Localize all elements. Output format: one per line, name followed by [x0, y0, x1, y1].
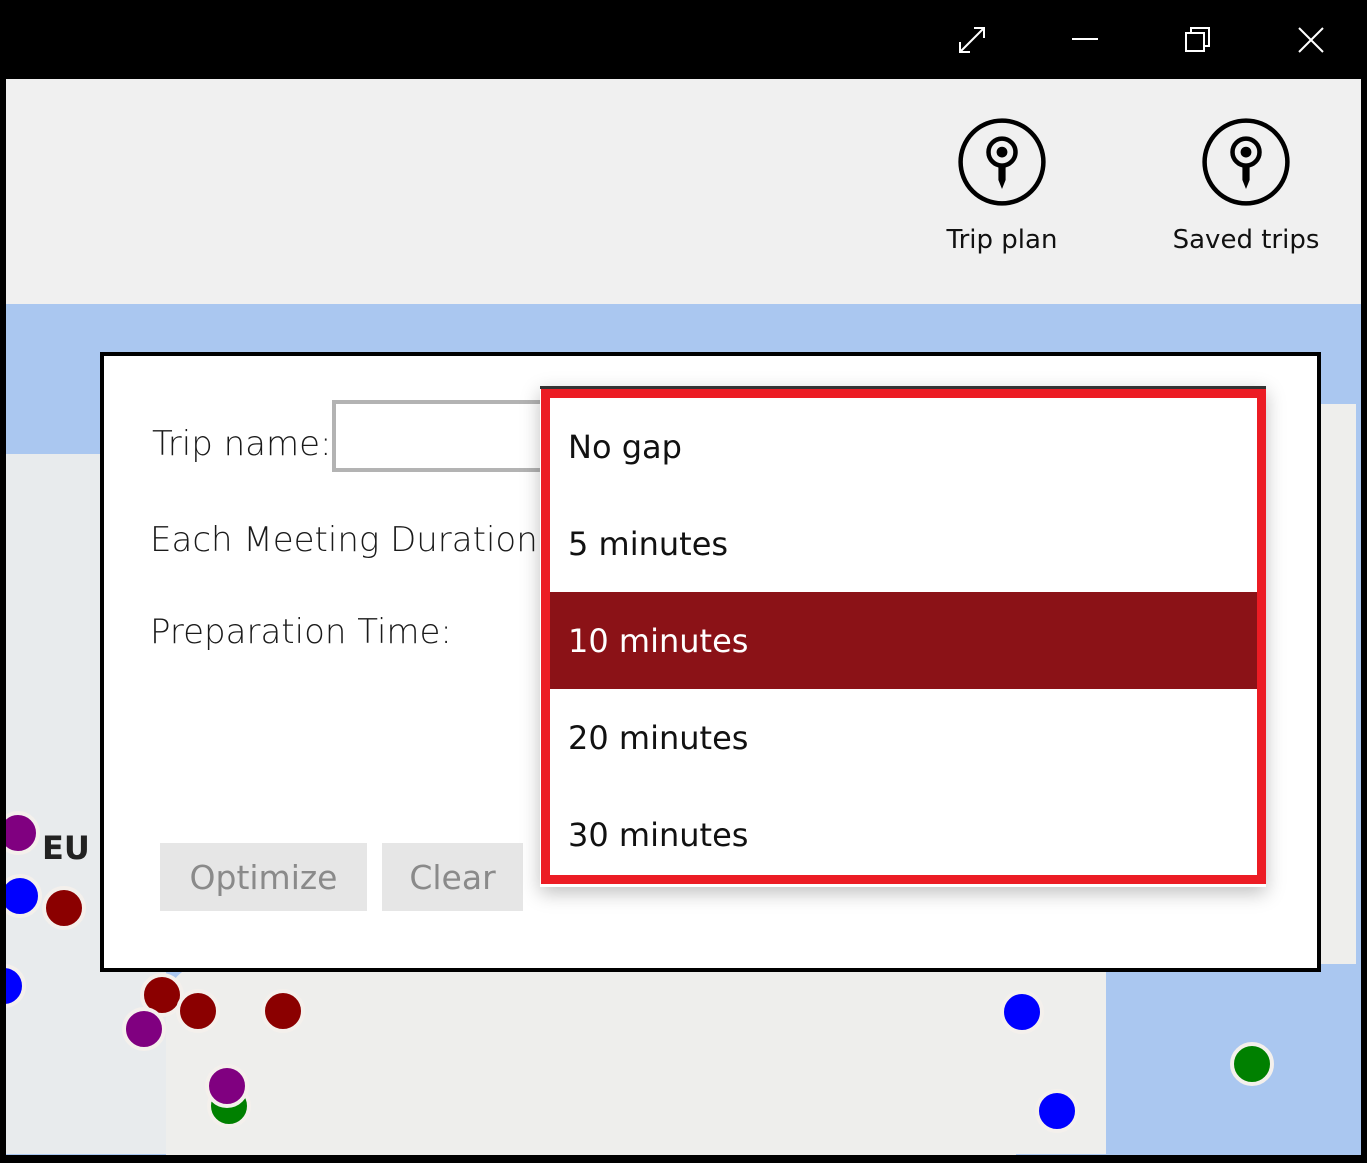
saved-trips-label: Saved trips	[1172, 225, 1320, 255]
clear-button[interactable]: Clear	[382, 843, 523, 911]
preparation-time-label: Preparation Time:	[150, 612, 452, 652]
map-pin[interactable]	[122, 1007, 166, 1051]
minimize-icon	[1072, 38, 1098, 40]
minimize-button[interactable]	[1059, 14, 1111, 66]
map-pin[interactable]	[261, 989, 305, 1033]
dropdown-option-30-minutes[interactable]: 30 minutes	[550, 786, 1257, 883]
trip-plan-label: Trip plan	[946, 225, 1058, 255]
fullscreen-button[interactable]	[946, 14, 998, 66]
dropdown-option-20-minutes[interactable]: 20 minutes	[550, 689, 1257, 786]
dropdown-option-5-minutes[interactable]: 5 minutes	[550, 495, 1257, 592]
map-pin[interactable]	[205, 1064, 249, 1108]
dropdown-option-no-gap[interactable]: No gap	[550, 398, 1257, 495]
map-pin[interactable]	[1000, 990, 1044, 1034]
map-pin[interactable]	[42, 886, 86, 930]
fullscreen-icon	[959, 27, 985, 53]
header-bar: Trip plan Saved trips	[6, 79, 1361, 304]
trip-plan-button[interactable]: Trip plan	[917, 117, 1087, 255]
map-pin[interactable]	[1035, 1089, 1079, 1133]
meeting-duration-label: Each Meeting Duration:	[150, 520, 550, 560]
map-pin[interactable]	[176, 989, 220, 1033]
title-bar	[0, 0, 1367, 79]
trip-name-input[interactable]	[332, 400, 562, 472]
close-icon	[1298, 27, 1324, 53]
map-label-europe: EU	[42, 829, 90, 867]
preparation-time-dropdown[interactable]: No gap 5 minutes 10 minutes 20 minutes 3…	[541, 389, 1266, 884]
restore-icon	[1185, 27, 1210, 52]
close-button[interactable]	[1285, 14, 1337, 66]
map-pin-icon	[958, 118, 1046, 206]
map-land-middle-east	[306, 1064, 906, 1155]
saved-trips-button[interactable]: Saved trips	[1161, 117, 1331, 255]
trip-name-label: Trip name:	[152, 424, 332, 464]
restore-button[interactable]	[1172, 14, 1224, 66]
dropdown-option-10-minutes[interactable]: 10 minutes	[550, 592, 1257, 689]
map-pin-icon	[1202, 118, 1290, 206]
optimize-button[interactable]: Optimize	[160, 843, 367, 911]
map-pin[interactable]	[1230, 1042, 1274, 1086]
